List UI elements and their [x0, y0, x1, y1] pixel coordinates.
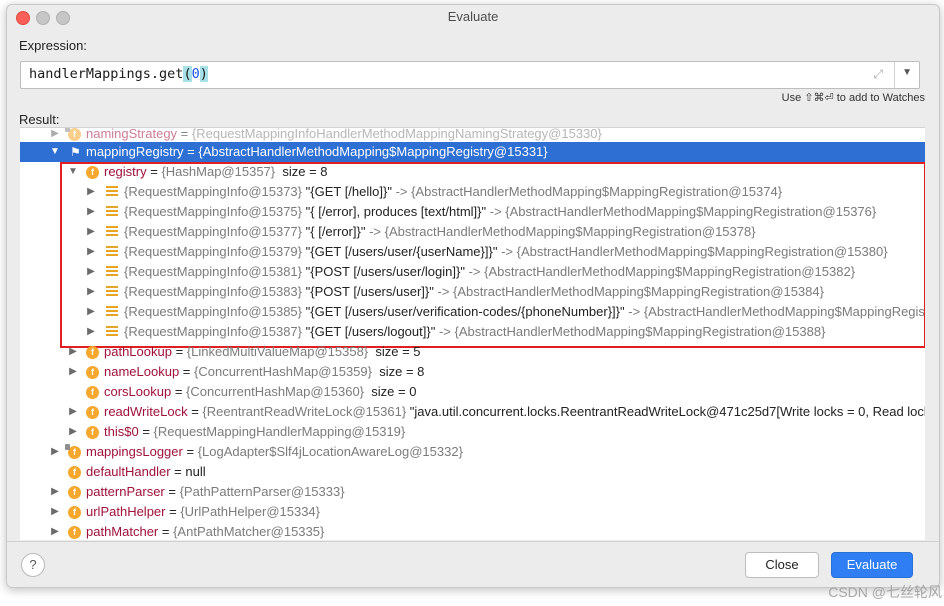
watches-hint: Use ⇧⌘⏎ to add to Watches — [781, 92, 925, 104]
field-icon: f — [68, 506, 81, 519]
field-icon: f — [68, 526, 81, 539]
tree-row-mappingsLogger[interactable]: ▶ f mappingsLogger = {LogAdapter$Slf4jLo… — [20, 442, 925, 462]
expand-arrow-icon[interactable]: ▶ — [68, 422, 78, 442]
field-icon: f — [86, 426, 99, 439]
expression-code[interactable]: handlerMappings.get(0) — [29, 66, 208, 82]
window-title: Evaluate — [447, 9, 499, 24]
watermark: CSDN @七丝轮风 — [828, 584, 942, 600]
result-tree[interactable]: ▶ f namingStrategy = {RequestMappingInfo… — [20, 127, 925, 540]
field-icon: f — [68, 486, 81, 499]
field-icon: f — [86, 166, 99, 179]
close-window-icon[interactable] — [16, 11, 30, 25]
tree-row-pathMatcher[interactable]: ▶ f pathMatcher = {AntPathMatcher@15335} — [20, 522, 925, 540]
titlebar: Evaluate — [7, 5, 939, 31]
close-button[interactable]: Close — [745, 552, 819, 578]
expand-arrow-icon[interactable]: ▶ — [86, 302, 96, 322]
tree-row-urlPathHelper[interactable]: ▶ f urlPathHelper = {UrlPathHelper@15334… — [20, 502, 925, 522]
map-entry-row[interactable]: ▶ {RequestMappingInfo@15387} "{GET [/use… — [20, 322, 925, 342]
expand-arrow-icon[interactable]: ▶ — [86, 282, 96, 302]
tree-row-defaultHandler[interactable]: f defaultHandler = null — [20, 462, 925, 482]
field-icon: f — [86, 386, 99, 399]
tree-row-pathLookup[interactable]: ▶ f pathLookup = {LinkedMultiValueMap@15… — [20, 342, 925, 362]
expand-arrow-icon[interactable]: ▶ — [86, 182, 96, 202]
expression-label: Expression: — [19, 38, 87, 53]
map-entry-icon — [106, 186, 118, 198]
map-entry-icon — [106, 306, 118, 318]
expand-arrow-icon[interactable]: ▶ — [86, 322, 96, 342]
field-icon: f — [86, 346, 99, 359]
field-icon: f — [65, 128, 81, 141]
map-entry-row[interactable]: ▶ {RequestMappingInfo@15377} "{ [/error]… — [20, 222, 925, 242]
expand-arrow-icon[interactable]: ▶ — [50, 522, 60, 540]
expression-input[interactable]: handlerMappings.get(0) ⤢ ▼ — [20, 61, 920, 89]
field-icon: f — [65, 444, 81, 459]
expand-arrow-icon[interactable]: ▶ — [86, 202, 96, 222]
expand-icon[interactable]: ⤢ — [873, 67, 883, 82]
tree-row-nameLookup[interactable]: ▶ f nameLookup = {ConcurrentHashMap@1535… — [20, 362, 925, 382]
collapse-arrow-icon[interactable]: ▼ — [68, 162, 78, 182]
tree-row-this0[interactable]: ▶ f this$0 = {RequestMappingHandlerMappi… — [20, 422, 925, 442]
collapse-arrow-icon[interactable]: ▼ — [50, 142, 60, 162]
expand-arrow-icon[interactable]: ▶ — [86, 242, 96, 262]
dropdown-divider — [894, 62, 895, 88]
map-entry-icon — [106, 226, 118, 238]
map-entry-icon — [106, 286, 118, 298]
expand-arrow-icon[interactable]: ▶ — [68, 402, 78, 422]
dropdown-icon[interactable]: ▼ — [902, 67, 912, 78]
field-icon: f — [86, 406, 99, 419]
map-entry-row[interactable]: ▶ {RequestMappingInfo@15379} "{GET [/use… — [20, 242, 925, 262]
flag-icon: ⚑ — [70, 145, 81, 159]
evaluate-dialog: Evaluate Expression: handlerMappings.get… — [6, 4, 940, 588]
expand-arrow-icon[interactable]: ▶ — [86, 222, 96, 242]
field-icon: f — [68, 466, 81, 479]
map-entry-row[interactable]: ▶ {RequestMappingInfo@15375} "{ [/error]… — [20, 202, 925, 222]
expand-arrow-icon[interactable]: ▶ — [50, 482, 60, 502]
minimize-window-icon — [36, 11, 50, 25]
expand-arrow-icon[interactable]: ▶ — [68, 362, 78, 382]
footer-divider — [7, 541, 939, 542]
map-entry-row[interactable]: ▶ {RequestMappingInfo@15383} "{POST [/us… — [20, 282, 925, 302]
expand-arrow-icon[interactable]: ▶ — [86, 262, 96, 282]
help-icon[interactable]: ? — [21, 553, 45, 577]
evaluate-button[interactable]: Evaluate — [831, 552, 913, 578]
zoom-window-icon — [56, 11, 70, 25]
tree-row-registry[interactable]: ▼ f registry = {HashMap@15357} size = 8 — [20, 162, 925, 182]
map-entry-row[interactable]: ▶ {RequestMappingInfo@15373} "{GET [/hel… — [20, 182, 925, 202]
tree-row-mappingRegistry[interactable]: ▼ ⚑ mappingRegistry = {AbstractHandlerMe… — [20, 142, 925, 162]
tree-row-patternParser[interactable]: ▶ f patternParser = {PathPatternParser@1… — [20, 482, 925, 502]
map-entry-icon — [106, 326, 118, 338]
tree-row-readWriteLock[interactable]: ▶ f readWriteLock = {ReentrantReadWriteL… — [20, 402, 925, 422]
map-entry-row[interactable]: ▶ {RequestMappingInfo@15381} "{POST [/us… — [20, 262, 925, 282]
map-entry-icon — [106, 246, 118, 258]
map-entry-row[interactable]: ▶ {RequestMappingInfo@15385} "{GET [/use… — [20, 302, 925, 322]
tree-row-corsLookup[interactable]: f corsLookup = {ConcurrentHashMap@15360}… — [20, 382, 925, 402]
map-entry-icon — [106, 206, 118, 218]
result-label: Result: — [19, 112, 60, 127]
map-entry-icon — [106, 266, 118, 278]
expand-arrow-icon[interactable]: ▶ — [50, 502, 60, 522]
expand-arrow-icon[interactable]: ▶ — [50, 442, 60, 462]
expand-arrow-icon[interactable]: ▶ — [68, 342, 78, 362]
field-icon: f — [86, 366, 99, 379]
